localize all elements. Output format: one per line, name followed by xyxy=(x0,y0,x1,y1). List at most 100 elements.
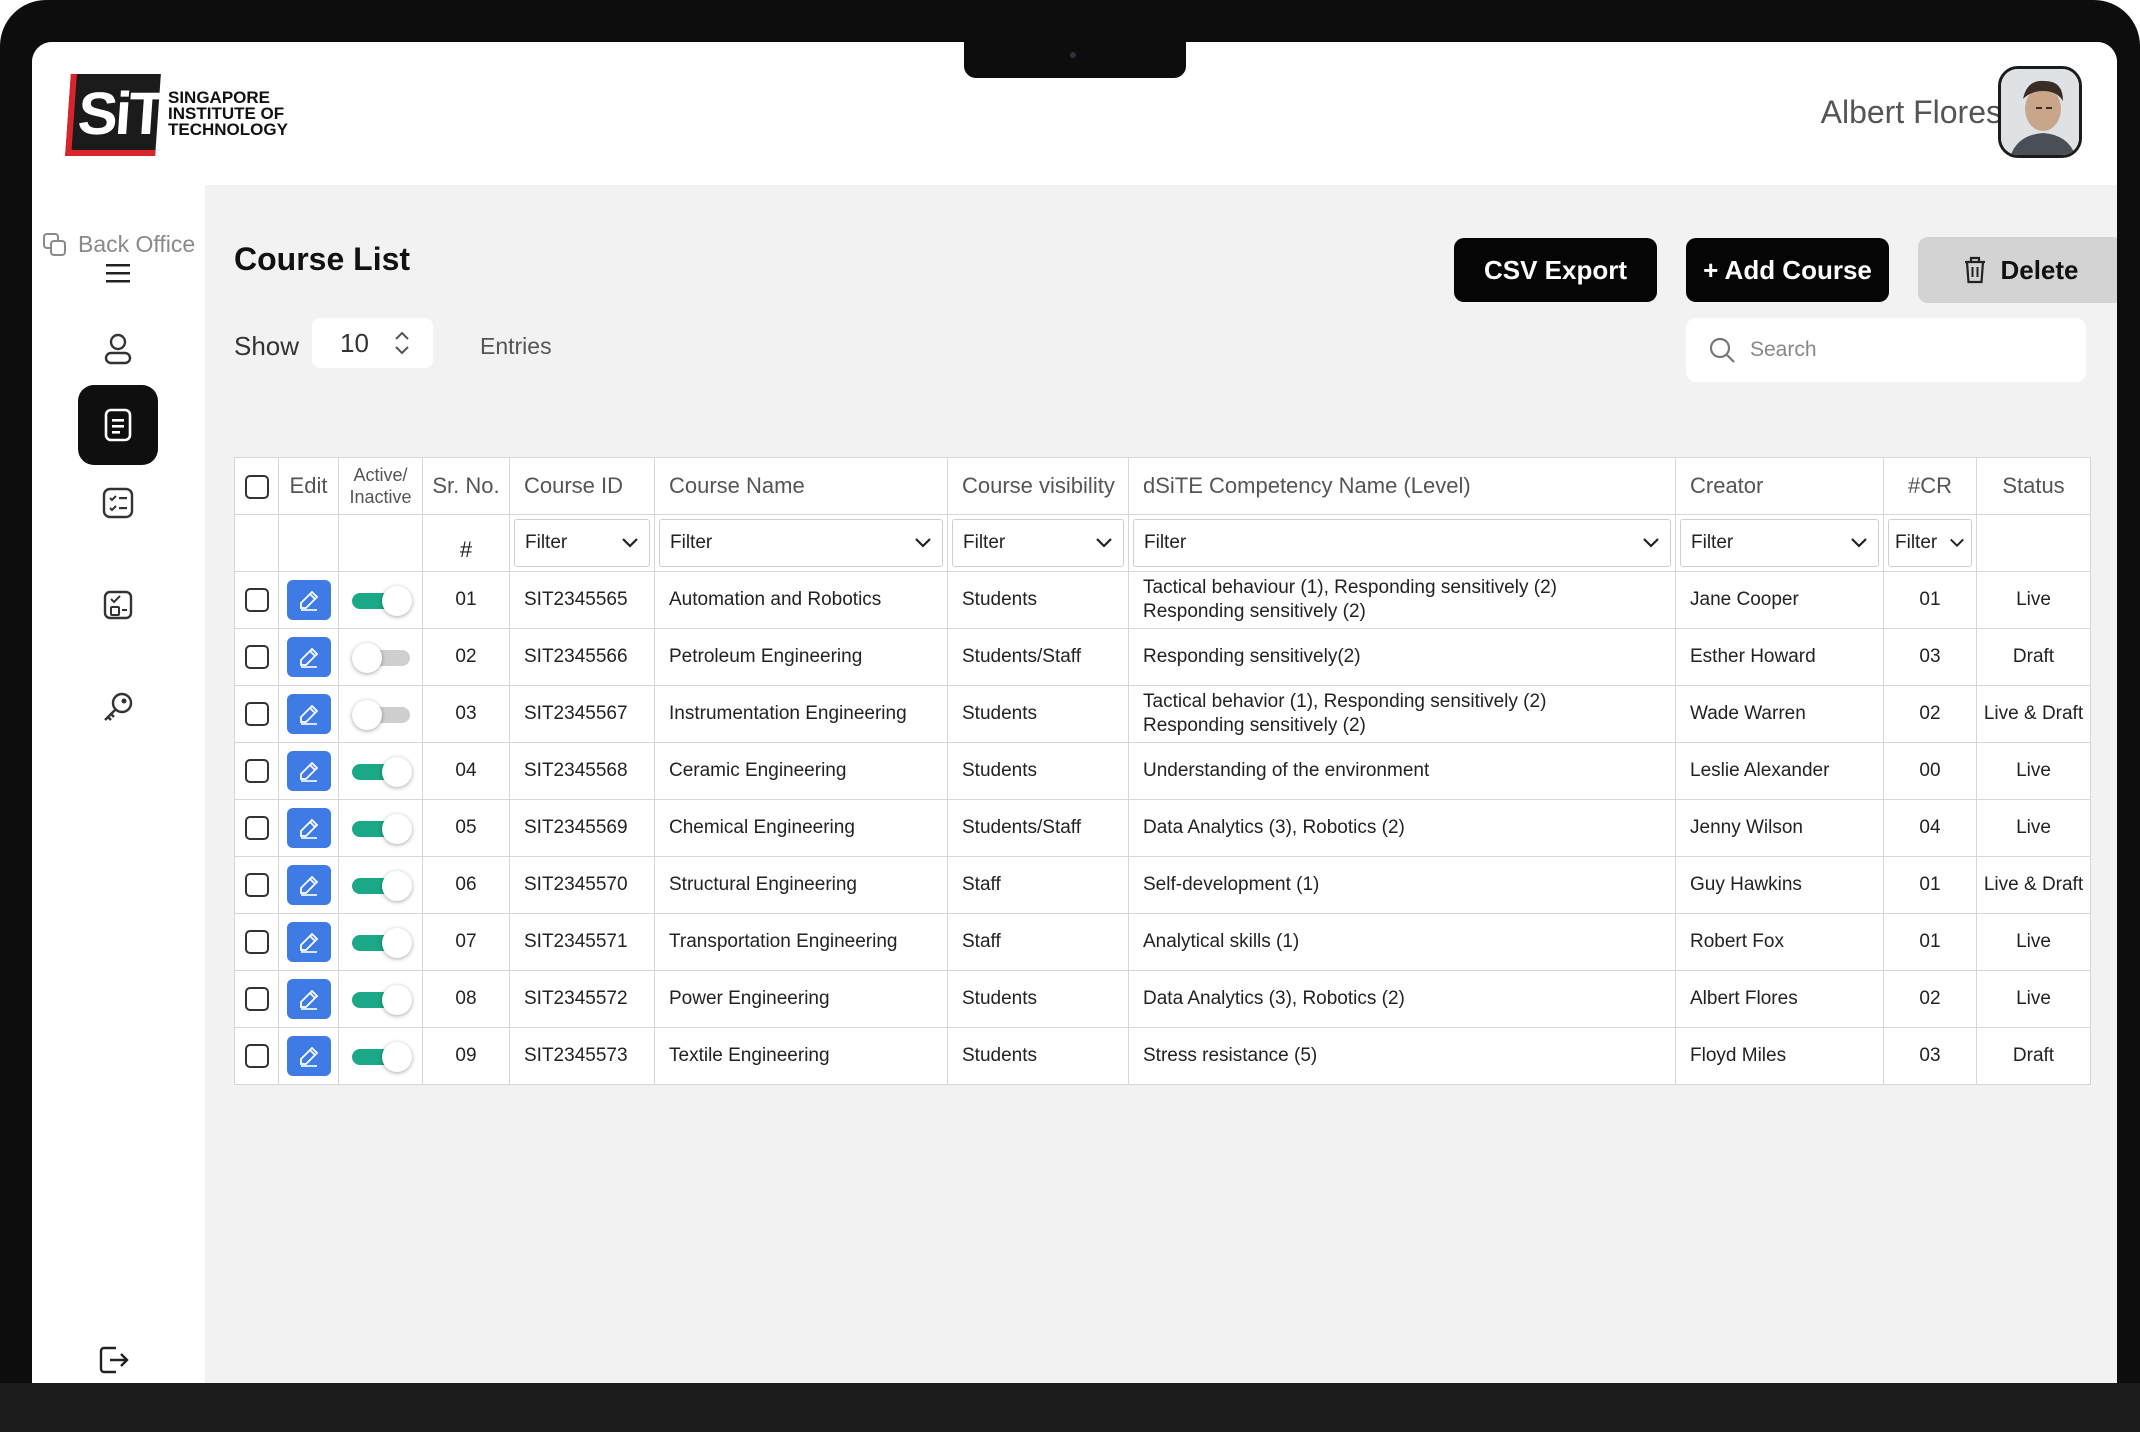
competency-line: Tactical behaviour (1), Responding sensi… xyxy=(1143,577,1557,598)
competency-line: Stress resistance (5) xyxy=(1143,1045,1318,1066)
filter-course-name[interactable]: Filter xyxy=(659,519,943,567)
header-edit: Edit xyxy=(278,457,339,515)
row-checkbox[interactable] xyxy=(244,873,269,897)
menu-toggle-button[interactable] xyxy=(78,233,158,313)
csv-export-button[interactable]: CSV Export xyxy=(1454,238,1657,302)
sidebar-item-course-list[interactable] xyxy=(78,385,158,465)
row-checkbox[interactable] xyxy=(244,588,269,612)
active-toggle[interactable] xyxy=(351,700,410,730)
cell-course-name: Petroleum Engineering xyxy=(654,628,948,686)
active-toggle[interactable] xyxy=(351,586,412,616)
header-sr-no: Sr. No. xyxy=(422,457,510,515)
table-row: 03 SIT2345567 Instrumentation Engineering S… xyxy=(234,685,2091,743)
filter-competency-cell: Filter xyxy=(1128,514,1676,572)
header-course-name: Course Name xyxy=(654,457,948,515)
cell-sr-no: 06 xyxy=(422,856,510,914)
pencil-icon xyxy=(299,932,318,953)
table-row: 04 SIT2345568 Ceramic Engineering Students U… xyxy=(234,742,2091,800)
row-checkbox[interactable] xyxy=(244,930,269,954)
row-toggle-cell xyxy=(338,571,423,629)
add-course-button[interactable]: + Add Course xyxy=(1686,238,1889,302)
select-all-checkbox[interactable] xyxy=(244,475,269,500)
cell-status: Live xyxy=(1976,970,2091,1028)
app-screen: SiT SINGAPORE INSTITUTE OF TECHNOLOGY Al… xyxy=(32,42,2117,1383)
filter-creator[interactable]: Filter xyxy=(1680,519,1879,567)
cell-course-name: Textile Engineering xyxy=(654,1027,948,1085)
competency-line: Data Analytics (3), Robotics (2) xyxy=(1143,817,1405,838)
cell-course-name: Structural Engineering xyxy=(654,856,948,914)
cell-visibility: Students xyxy=(947,1027,1129,1085)
row-checkbox[interactable] xyxy=(244,816,269,840)
cell-course-id: SIT2345571 xyxy=(509,913,655,971)
edit-button[interactable] xyxy=(286,580,331,620)
course-search[interactable]: Search xyxy=(1686,318,2086,382)
table-row: 06 SIT2345570 Structural Engineering Staff S… xyxy=(234,856,2091,914)
cell-status: Live & Draft xyxy=(1976,856,2091,914)
delete-button[interactable]: Delete xyxy=(1918,237,2117,303)
cell-creator: Guy Hawkins xyxy=(1675,856,1884,914)
edit-button[interactable] xyxy=(286,808,331,848)
filter-visibility[interactable]: Filter xyxy=(952,519,1124,567)
row-checkbox[interactable] xyxy=(244,759,269,783)
entries-per-page-select[interactable]: 10 xyxy=(312,318,433,368)
active-toggle[interactable] xyxy=(351,757,412,787)
edit-button[interactable] xyxy=(286,694,331,734)
sit-logo[interactable]: SiT SINGAPORE INSTITUTE OF TECHNOLOGY xyxy=(65,66,288,162)
cell-sr-no: 05 xyxy=(422,799,510,857)
row-checkbox[interactable] xyxy=(244,1044,269,1068)
row-toggle-cell xyxy=(338,1027,423,1085)
edit-button[interactable] xyxy=(286,922,331,962)
sidebar-item-checklist[interactable] xyxy=(78,463,158,543)
show-label: Show xyxy=(234,331,300,361)
row-checkbox[interactable] xyxy=(244,645,269,669)
logo-mark: SiT xyxy=(65,74,165,156)
row-select-cell xyxy=(234,856,279,914)
cell-competency: Tactical behavior (1), Responding sensit… xyxy=(1128,685,1676,743)
sidebar-item-assessment[interactable] xyxy=(78,565,158,645)
filter-course-id[interactable]: Filter xyxy=(514,519,650,567)
header-course-id: Course ID xyxy=(509,457,655,515)
cell-cr: 02 xyxy=(1883,970,1977,1028)
cell-creator: Floyd Miles xyxy=(1675,1027,1884,1085)
edit-button[interactable] xyxy=(286,1036,331,1076)
cell-course-name: Chemical Engineering xyxy=(654,799,948,857)
back-office-icon xyxy=(43,232,66,256)
logout-button[interactable] xyxy=(98,1344,130,1381)
add-course-label: + Add Course xyxy=(1703,254,1872,285)
active-toggle[interactable] xyxy=(351,814,412,844)
edit-button[interactable] xyxy=(286,865,331,905)
pencil-icon xyxy=(299,818,318,839)
edit-button[interactable] xyxy=(286,979,331,1019)
row-checkbox[interactable] xyxy=(244,987,269,1011)
cell-cr: 03 xyxy=(1883,628,1977,686)
cell-cr: 01 xyxy=(1883,913,1977,971)
active-toggle[interactable] xyxy=(351,1042,412,1072)
sidebar-item-keys[interactable] xyxy=(78,667,158,747)
entries-value: 10 xyxy=(340,327,369,358)
pencil-icon xyxy=(299,761,318,782)
active-toggle[interactable] xyxy=(351,928,412,958)
header-active-inactive: Active/ Inactive xyxy=(338,457,423,515)
cell-sr-no: 09 xyxy=(422,1027,510,1085)
filter-cr[interactable]: Filter xyxy=(1888,519,1972,567)
active-toggle[interactable] xyxy=(351,871,412,901)
cell-visibility: Staff xyxy=(947,856,1129,914)
user-icon xyxy=(104,333,132,365)
table-row: 01 SIT2345565 Automation and Robotics Stude… xyxy=(234,571,2091,629)
filter-competency[interactable]: Filter xyxy=(1133,519,1671,567)
edit-button[interactable] xyxy=(286,637,331,677)
edit-button[interactable] xyxy=(286,751,331,791)
trash-icon xyxy=(1965,256,1986,284)
row-checkbox[interactable] xyxy=(244,702,269,726)
row-toggle-cell xyxy=(338,856,423,914)
avatar[interactable] xyxy=(1998,66,2082,158)
cell-sr-no: 02 xyxy=(422,628,510,686)
header-competency: dSiTE Competency Name (Level) xyxy=(1128,457,1676,515)
chevron-down-icon xyxy=(1096,538,1112,548)
sidebar: Back Office xyxy=(32,185,205,1383)
active-toggle[interactable] xyxy=(351,643,410,673)
course-list-icon xyxy=(104,408,132,442)
sidebar-item-users[interactable] xyxy=(78,309,158,389)
active-toggle[interactable] xyxy=(351,985,412,1015)
row-select-cell xyxy=(234,742,279,800)
